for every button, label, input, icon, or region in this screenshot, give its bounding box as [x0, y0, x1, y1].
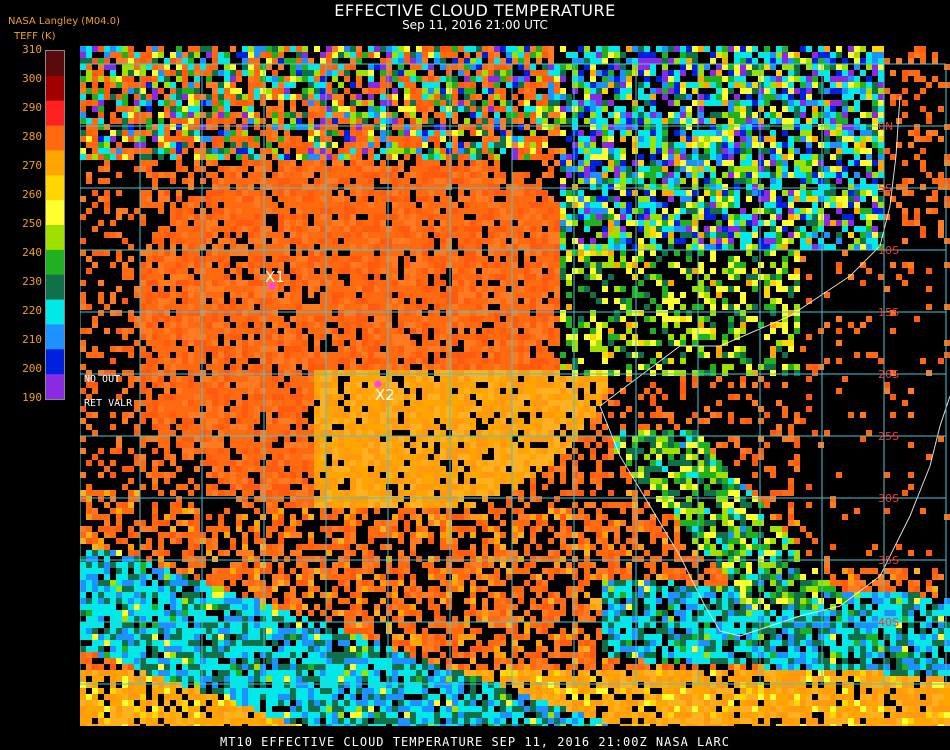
latitude-label: 40S: [878, 616, 899, 629]
site-marker-label: X1: [265, 268, 285, 286]
colorbar-tick-label: 260: [22, 188, 42, 201]
legend-ret-valr: RET VALR: [84, 398, 133, 409]
colorbar-ticks: 310 300 290 280 270 260 250 240 230 220 210 200 190: [12, 43, 42, 405]
latitude-label: 5S: [878, 182, 892, 195]
satellite-map: 0N 5S 10S 15S 20S 25S 30S 35S 40S X1 X2 NO OUT RE…: [79, 46, 950, 730]
site-marker-label: X2: [375, 386, 395, 404]
latitude-label: 35S: [878, 554, 899, 567]
latitude-label: 25S: [878, 430, 899, 443]
temperature-colorbar: [45, 50, 65, 400]
colorbar-tick-label: 190: [22, 391, 42, 404]
colorbar-tick-label: 220: [22, 304, 42, 317]
colorbar-tick-label: 200: [22, 362, 42, 375]
latitude-label: 15S: [878, 306, 899, 319]
colorbar-swatch: [46, 225, 64, 251]
colorbar-tick-label: 210: [22, 333, 42, 346]
colorbar-swatch: [46, 324, 64, 350]
colorbar-swatch: [46, 200, 64, 226]
colorbar-swatch: [46, 299, 64, 325]
colorbar-tick-label: 290: [22, 101, 42, 114]
colorbar-tick-label: 250: [22, 217, 42, 230]
colorbar-tick-label: 270: [22, 159, 42, 172]
colorbar-swatch: [46, 51, 64, 77]
latitude-label: 0N: [878, 120, 893, 133]
colorbar-swatches: [46, 51, 64, 400]
map-canvas: 0N 5S 10S 15S 20S 25S 30S 35S 40S X1 X2: [79, 46, 950, 730]
colorbar-swatch: [46, 249, 64, 276]
latitude-label: 20S: [878, 368, 899, 381]
colorbar-swatch: [46, 175, 64, 201]
colorbar-tick-label: 310: [22, 43, 42, 56]
colorbar-swatch: [46, 75, 64, 102]
source-label: NASA Langley (M04.0): [8, 16, 120, 27]
colorbar-tick-label: 230: [22, 275, 42, 288]
colorbar-tick-label: 300: [22, 72, 42, 85]
colorbar-swatch: [46, 125, 64, 151]
unit-label: TEFF (K): [14, 31, 56, 42]
map-subtitle: Sep 11, 2016 21:00 UTC: [402, 18, 548, 32]
legend-no-out: NO OUT: [84, 374, 121, 385]
colorbar-swatch: [46, 274, 64, 301]
latitude-label: 10S: [878, 244, 899, 257]
colorbar-swatch: [46, 100, 64, 127]
colorbar-swatch: [46, 374, 64, 400]
colorbar-tick-label: 280: [22, 130, 42, 143]
latitude-label: 30S: [878, 492, 899, 505]
colorbar-swatch: [46, 349, 64, 375]
colorbar-tick-label: 240: [22, 246, 42, 259]
footer-caption: MT10 EFFECTIVE CLOUD TEMPERATURE SEP 11,…: [220, 735, 730, 749]
colorbar-swatch: [46, 150, 64, 176]
